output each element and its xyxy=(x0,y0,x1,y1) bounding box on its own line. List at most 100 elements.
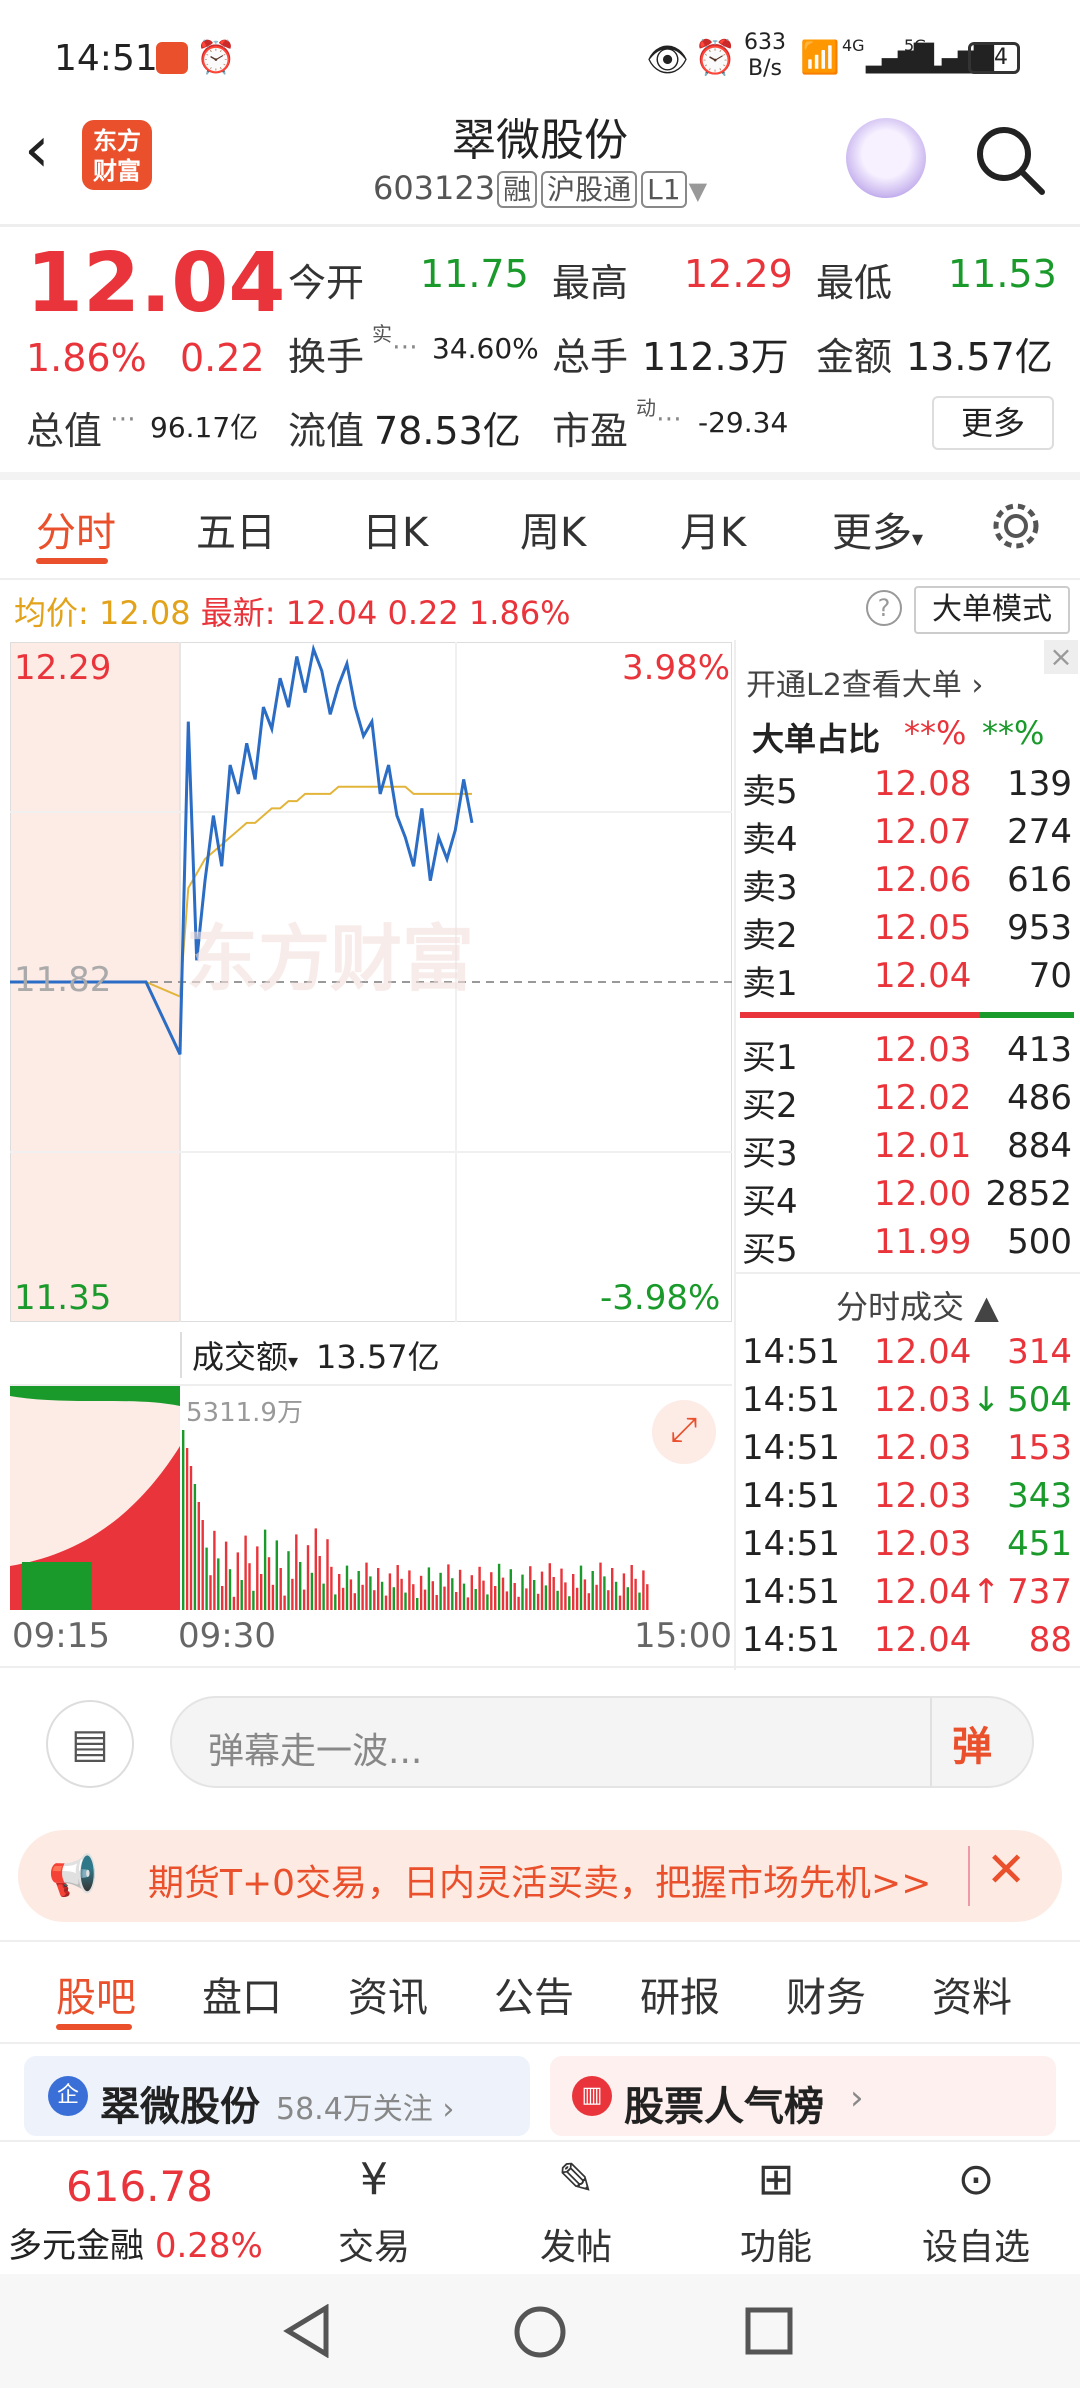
nav-add-watchlist[interactable]: 设自选 xyxy=(906,2218,1046,2270)
volume-header: 成交额▾ 13.57亿 xyxy=(10,1322,732,1386)
l2-upsell-link[interactable]: 开通L2查看大单 › xyxy=(746,660,983,704)
tab-guba[interactable]: 股吧 xyxy=(56,1965,136,2023)
volume-bar xyxy=(587,1593,590,1610)
ad-banner[interactable]: 📢 期货T+0交易，日内灵活买卖，把握市场先机>> ✕ xyxy=(18,1830,1062,1922)
tab-month-k[interactable]: 月K xyxy=(680,500,746,558)
tick-price: 12.03 xyxy=(874,1524,972,1564)
tab-news[interactable]: 资讯 xyxy=(348,1965,428,2023)
recents-nav-icon[interactable] xyxy=(744,2306,794,2356)
info-icon[interactable]: ⋯ xyxy=(392,332,418,362)
big-order-mode-button[interactable]: 大单模式 xyxy=(914,586,1070,634)
popularity-card[interactable]: ▥ 股票人气榜 › xyxy=(550,2056,1056,2136)
buy-row: 买4 12.00 2852 xyxy=(742,1174,1072,1222)
home-nav-icon[interactable] xyxy=(512,2304,568,2360)
sell-volume: 274 xyxy=(1007,812,1072,852)
robot-assistant-icon[interactable] xyxy=(846,118,926,198)
index-row[interactable]: 多元金融 0.28% xyxy=(8,2218,263,2267)
volume-bar xyxy=(279,1568,282,1610)
ticks-title[interactable]: 分时成交 ▲ xyxy=(836,1282,999,1328)
volume-bar xyxy=(377,1568,380,1610)
index-value[interactable]: 616.78 xyxy=(66,2162,213,2211)
net-speed: 633 B/s xyxy=(744,30,786,81)
forum-card[interactable]: 企 翠微股份 58.4万关注 › xyxy=(24,2056,530,2136)
volume-bar xyxy=(291,1578,294,1610)
volume-bar xyxy=(525,1588,528,1610)
post-icon[interactable]: ✎ xyxy=(526,2154,626,2205)
signal-5g-icon: 5G xyxy=(904,36,927,55)
close-icon[interactable]: × xyxy=(1044,640,1078,674)
float-value: 78.53亿 xyxy=(374,409,521,453)
volume-type-select[interactable]: 成交额▾ xyxy=(180,1332,298,1378)
info-icon[interactable]: ⋯ xyxy=(110,404,136,434)
more-circle-icon[interactable]: ⊙ xyxy=(906,2154,1046,2205)
volume-bar xyxy=(380,1581,384,1610)
gear-icon[interactable] xyxy=(990,500,1042,552)
nav-post[interactable]: 发帖 xyxy=(526,2218,626,2270)
trade-icon[interactable]: ¥ xyxy=(324,2154,424,2205)
tab-day-k[interactable]: 日K xyxy=(362,500,428,558)
buy-price: 11.99 xyxy=(874,1222,972,1262)
tab-more[interactable]: 更多▾ xyxy=(832,500,923,558)
buy-level: 买1 xyxy=(742,1038,798,1078)
tab-intraday[interactable]: 分时 xyxy=(36,500,116,558)
sell-row: 卖3 12.06 616 xyxy=(742,860,1072,908)
expand-icon[interactable]: ⤢ xyxy=(652,1400,716,1464)
tick-row: 14:51 12.03 451 xyxy=(742,1524,1072,1572)
tab-profile[interactable]: 资料 xyxy=(932,1965,1012,2023)
info-icon[interactable]: ⋯ xyxy=(656,404,682,434)
pe-value: -29.34 xyxy=(698,406,789,439)
sell-level: 卖1 xyxy=(742,964,798,1004)
danmu-input[interactable]: 弹幕走一波... 弹 xyxy=(170,1696,1034,1788)
open-label: 今开 xyxy=(288,261,365,305)
volume-bar xyxy=(455,1592,458,1610)
volume-bar xyxy=(314,1528,317,1610)
mcap-label: 总值 xyxy=(26,409,103,453)
volume-total: 13.57亿 xyxy=(316,1338,440,1376)
close-icon[interactable]: ✕ xyxy=(986,1842,1026,1898)
apps-icon[interactable]: ⊞ xyxy=(726,2154,826,2205)
volume-bar xyxy=(365,1562,368,1610)
sell-price: 12.05 xyxy=(874,908,972,948)
nav-functions[interactable]: 功能 xyxy=(726,2218,826,2270)
help-icon[interactable]: ? xyxy=(866,590,902,626)
tab-research[interactable]: 研报 xyxy=(640,1965,720,2023)
volume-bar xyxy=(435,1595,438,1610)
tick-volume: 314 xyxy=(1007,1332,1072,1372)
open-value: 11.75 xyxy=(420,252,529,296)
tick-row: 14:51 12.03 153 xyxy=(742,1428,1072,1476)
sell-volume: 953 xyxy=(1007,908,1072,948)
turnover-value: 34.60% xyxy=(432,332,539,365)
tick-volume: 451 xyxy=(1007,1524,1072,1564)
nav-trade[interactable]: 交易 xyxy=(324,2218,424,2270)
volume-bar xyxy=(240,1580,243,1610)
volume-bar xyxy=(224,1541,228,1610)
danmu-toggle-button[interactable]: 弹 xyxy=(952,1714,992,1772)
volume-bar xyxy=(287,1551,290,1610)
volume-bar xyxy=(466,1597,470,1610)
more-button[interactable]: 更多 xyxy=(932,396,1054,450)
ad-text: 期货T+0交易，日内灵活买卖，把握市场先机>> xyxy=(148,1863,932,1904)
tick-price: 12.04 xyxy=(874,1332,972,1372)
volume-bar xyxy=(295,1534,298,1610)
sell-volume: 70 xyxy=(1028,956,1072,996)
tab-finance[interactable]: 财务 xyxy=(786,1965,866,2023)
sell-row: 卖2 12.05 953 xyxy=(742,908,1072,956)
tab-week-k[interactable]: 周K xyxy=(520,500,586,558)
volume-bar xyxy=(646,1584,649,1610)
volume-bar xyxy=(470,1575,473,1610)
tab-announcements[interactable]: 公告 xyxy=(494,1965,574,2023)
eye-icon: 👁 xyxy=(646,40,690,80)
tab-pankou[interactable]: 盘口 xyxy=(202,1965,282,2023)
volume-bar xyxy=(583,1579,587,1610)
tab-five-day[interactable]: 五日 xyxy=(196,500,276,558)
change-amount: 0.22 xyxy=(180,336,265,380)
tick-row: 14:51 12.03 ↓ 504 xyxy=(742,1380,1072,1428)
search-icon[interactable] xyxy=(972,122,1048,198)
time-end: 15:00 xyxy=(634,1616,732,1656)
volume-bar xyxy=(193,1484,197,1610)
tick-volume: 153 xyxy=(1007,1428,1072,1468)
volume-bar xyxy=(540,1571,544,1610)
danmu-settings-icon[interactable]: ▤ xyxy=(46,1700,134,1788)
volume-bar xyxy=(536,1593,540,1610)
back-nav-icon[interactable] xyxy=(282,2304,332,2358)
